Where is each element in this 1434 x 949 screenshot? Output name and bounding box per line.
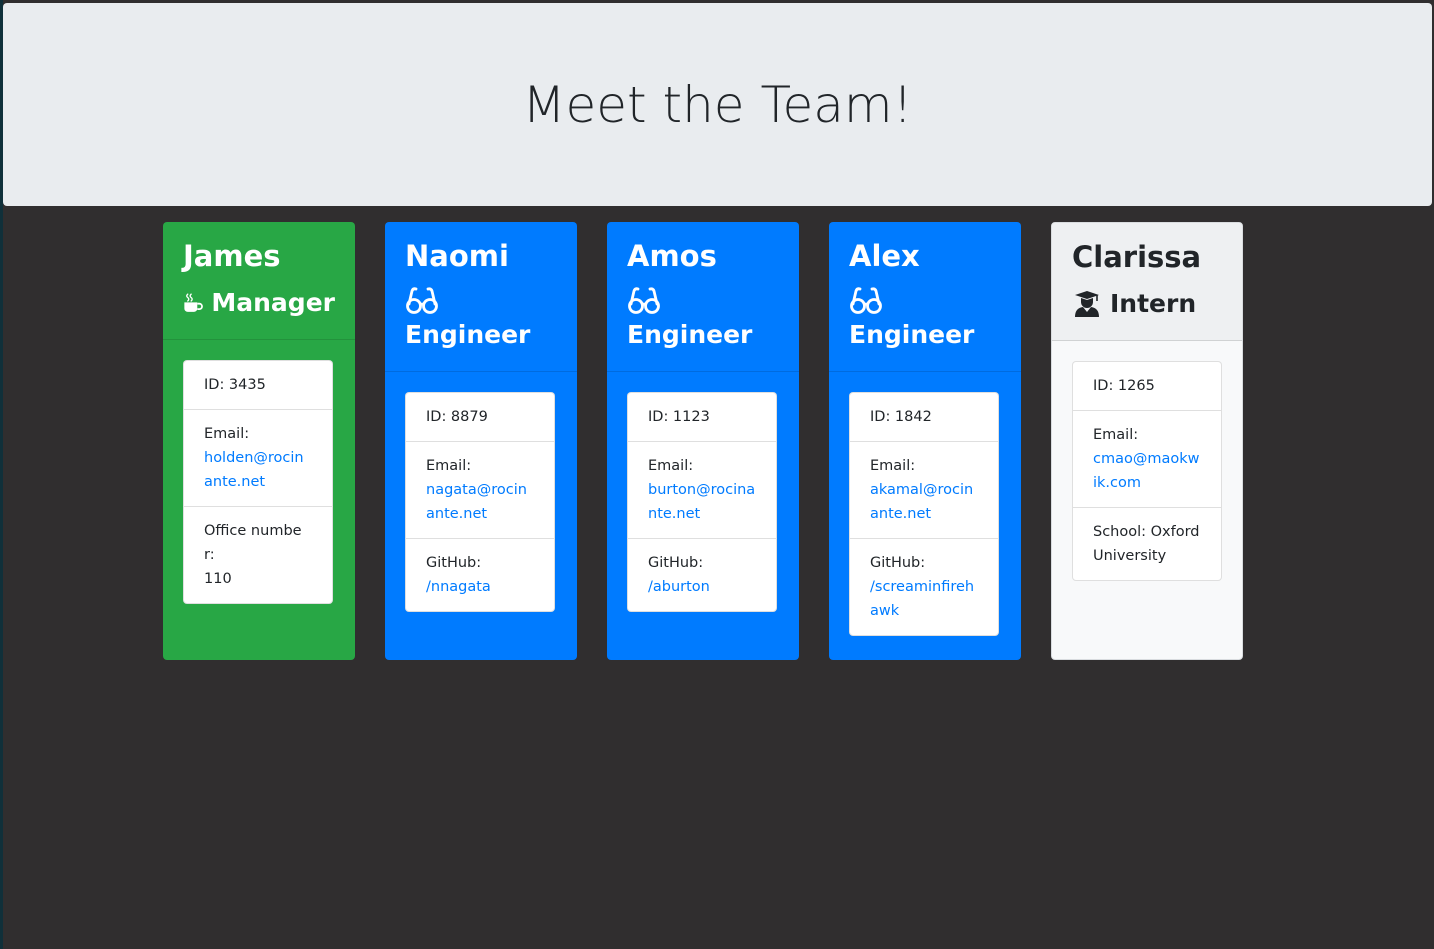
card-body: ID: 8879 Email: nagata@rocinante.net Git…: [385, 372, 577, 632]
employee-name: James: [183, 239, 281, 273]
details-list: ID: 1123 Email: burton@rocinante.net Git…: [627, 392, 777, 612]
team-card-engineer: Amos Engineer ID: 1123 Email: burton@roc…: [607, 222, 799, 660]
card-body: ID: 1842 Email: akamal@rocinante.net Git…: [829, 372, 1021, 656]
page-title: Meet the Team!: [522, 75, 913, 134]
employee-name: Amos: [627, 239, 717, 273]
email-link[interactable]: nagata@rocinante.net: [426, 482, 527, 522]
details-list: ID: 3435 Email: holden@rocinante.net Off…: [183, 360, 333, 604]
list-item-school: School: Oxford University: [1073, 508, 1221, 580]
list-item-id: ID: 1265: [1073, 362, 1221, 411]
team-card-engineer: Naomi Engineer ID: 8879 Email: nagata@ro…: [385, 222, 577, 660]
list-item-id: ID: 1842: [850, 393, 998, 442]
list-item-github: GitHub: /screaminfirehawk: [850, 539, 998, 635]
email-link[interactable]: cmao@maokwik.com: [1093, 451, 1200, 491]
role-label: Engineer: [627, 320, 753, 349]
details-list: ID: 1842 Email: akamal@rocinante.net Git…: [849, 392, 999, 636]
employee-role: Engineer: [627, 286, 779, 351]
list-item-email: Email: holden@rocinante.net: [184, 410, 332, 507]
card-header: Amos Engineer: [607, 222, 799, 372]
employee-id: ID: 1842: [870, 409, 932, 425]
team-card-manager: James Manager ID: 3435 Email: holden@roc…: [163, 222, 355, 660]
github-link[interactable]: /nnagata: [426, 579, 491, 595]
email-label: Email:: [1093, 427, 1139, 443]
team-card-engineer: Alex Engineer ID: 1842 Email: akamal@roc…: [829, 222, 1021, 660]
role-label: Manager: [211, 288, 335, 317]
card-body: ID: 3435 Email: holden@rocinante.net Off…: [163, 340, 355, 624]
list-item-id: ID: 3435: [184, 361, 332, 410]
list-item-office: Office number: 110: [184, 507, 332, 603]
email-link[interactable]: akamal@rocinante.net: [870, 482, 973, 522]
office-number-value: 110: [204, 571, 232, 587]
jumbotron-header: Meet the Team!: [3, 3, 1432, 206]
github-label: GitHub:: [426, 555, 482, 571]
employee-name: Clarissa: [1072, 240, 1202, 274]
role-label: Engineer: [405, 320, 531, 349]
mug-hot-icon: [184, 292, 203, 312]
email-label: Email:: [204, 426, 250, 442]
school-text: School: Oxford University: [1093, 524, 1200, 564]
card-header: Clarissa Intern: [1052, 223, 1242, 341]
team-card-intern: Clarissa Intern ID: 1265 Email: cmao@mao…: [1051, 222, 1243, 660]
role-label: Intern: [1110, 289, 1197, 318]
email-link[interactable]: burton@rocinante.net: [648, 482, 755, 522]
list-item-email: Email: cmao@maokwik.com: [1073, 411, 1221, 508]
details-list: ID: 8879 Email: nagata@rocinante.net Git…: [405, 392, 555, 612]
glasses-icon: [850, 287, 882, 314]
github-link[interactable]: /screaminfirehawk: [870, 579, 974, 619]
employee-name: Naomi: [405, 239, 509, 273]
employee-id: ID: 3435: [204, 377, 266, 393]
employee-id: ID: 1265: [1093, 378, 1155, 394]
github-label: GitHub:: [648, 555, 704, 571]
email-label: Email:: [870, 458, 916, 474]
email-link[interactable]: holden@rocinante.net: [204, 450, 304, 490]
office-number-label: Office number:: [204, 523, 302, 563]
card-header: Alex Engineer: [829, 222, 1021, 372]
list-item-email: Email: nagata@rocinante.net: [406, 442, 554, 539]
list-item-email: Email: burton@rocinante.net: [628, 442, 776, 539]
list-item-github: GitHub: /aburton: [628, 539, 776, 611]
card-body: ID: 1265 Email: cmao@maokwik.com School:…: [1052, 341, 1242, 601]
email-label: Email:: [426, 458, 472, 474]
glasses-icon: [406, 287, 438, 314]
glasses-icon: [628, 287, 660, 314]
user-graduate-icon: [1075, 290, 1099, 317]
list-item-email: Email: akamal@rocinante.net: [850, 442, 998, 539]
card-header: Naomi Engineer: [385, 222, 577, 372]
role-label: Engineer: [849, 320, 975, 349]
employee-id: ID: 1123: [648, 409, 710, 425]
employee-role: Manager: [183, 286, 335, 319]
employee-role: Intern: [1072, 287, 1222, 320]
card-body: ID: 1123 Email: burton@rocinante.net Git…: [607, 372, 799, 632]
github-label: GitHub:: [870, 555, 926, 571]
list-item-id: ID: 1123: [628, 393, 776, 442]
employee-id: ID: 8879: [426, 409, 488, 425]
list-item-id: ID: 8879: [406, 393, 554, 442]
employee-role: Engineer: [405, 286, 557, 351]
card-header: James Manager: [163, 222, 355, 340]
email-label: Email:: [648, 458, 694, 474]
github-link[interactable]: /aburton: [648, 579, 710, 595]
details-list: ID: 1265 Email: cmao@maokwik.com School:…: [1072, 361, 1222, 581]
employee-name: Alex: [849, 239, 920, 273]
list-item-github: GitHub: /nnagata: [406, 539, 554, 611]
employee-role: Engineer: [849, 286, 1001, 351]
